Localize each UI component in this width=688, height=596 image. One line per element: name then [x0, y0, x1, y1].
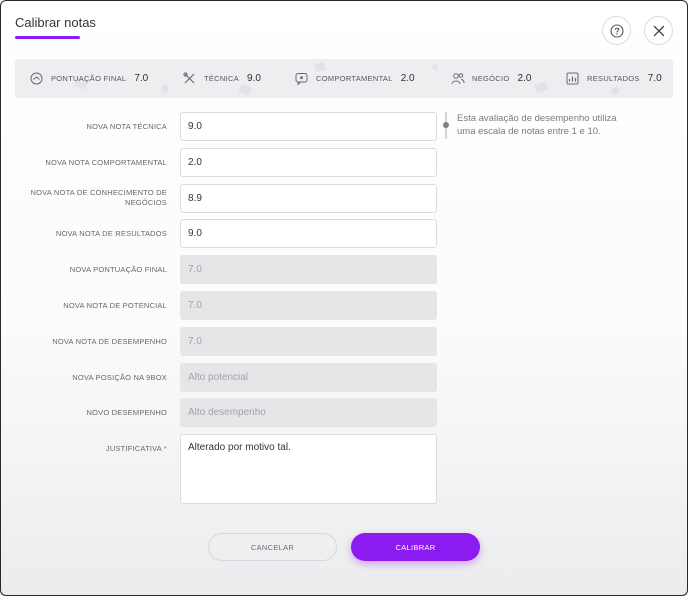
score-label: RESULTADOS — [587, 74, 640, 83]
title-underline — [15, 36, 80, 39]
score-label: TÉCNICA — [204, 74, 240, 83]
behavioral-input[interactable]: 2.0 — [180, 148, 437, 177]
final-score-label: NOVA PONTUAÇÃO FINAL — [69, 265, 167, 274]
behavioral-label: NOVA NOTA COMPORTAMENTAL — [45, 158, 167, 167]
chat-heart-icon — [295, 72, 309, 86]
results-label: NOVA NOTA DE RESULTADOS — [55, 229, 167, 238]
chart-badge-icon — [566, 72, 580, 86]
score-technical: TÉCNICA 9.0 — [183, 59, 261, 98]
justification-label: JUSTIFICATIVA * — [17, 444, 167, 454]
question-circle-icon — [609, 23, 624, 38]
close-button[interactable] — [644, 16, 673, 45]
score-value: 2.0 — [400, 73, 415, 84]
users-icon — [451, 72, 465, 86]
final-score-input: 7.0 — [180, 255, 437, 284]
tools-icon — [183, 72, 197, 86]
hint-dot — [443, 122, 449, 128]
performance-input: 7.0 — [180, 327, 437, 356]
score-value: 9.0 — [247, 73, 261, 84]
required-mark: * — [163, 444, 167, 453]
help-button[interactable] — [602, 16, 631, 45]
close-x-icon — [653, 25, 664, 36]
technical-input[interactable]: 9.0 — [180, 112, 437, 141]
score-value: 2.0 — [517, 73, 532, 84]
score-value: 7.0 — [134, 73, 149, 84]
ninebox-input: Alto potencial — [180, 363, 437, 392]
score-results: RESULTADOS 7.0 — [566, 59, 662, 98]
score-label: COMPORTAMENTAL — [316, 74, 393, 83]
score-label: PONTUAÇÃO FINAL — [51, 74, 127, 83]
score-behavioral: COMPORTAMENTAL 2.0 — [295, 59, 415, 98]
score-label: NEGÓCIO — [472, 74, 510, 83]
current-scores-bar: PONTUAÇÃO FINAL 7.0 TÉCNICA 9.0 COMPORTA… — [15, 59, 673, 98]
ninebox-label: NOVA POSIÇÃO NA 9BOX — [72, 373, 167, 382]
score-final: PONTUAÇÃO FINAL 7.0 — [30, 59, 148, 98]
new-performance-input: Alto desempenho — [180, 398, 437, 427]
cancel-button[interactable]: CANCELAR — [208, 533, 337, 561]
new-performance-label: NOVO DESEMPENHO — [86, 408, 167, 417]
scale-hint: Esta avaliação de desempenho utiliza uma… — [443, 112, 635, 139]
dialog-header: Calibrar notas — [1, 1, 687, 57]
business-label: NOVA NOTA DE CONHECIMENTO DE NEGÓCIOS — [30, 188, 167, 207]
hint-text: Esta avaliação de desempenho utiliza uma… — [457, 113, 617, 137]
technical-label: NOVA NOTA TÉCNICA — [86, 122, 167, 131]
potential-input: 7.0 — [180, 291, 437, 320]
calibrate-button[interactable]: CALIBRAR — [351, 533, 480, 561]
results-input[interactable]: 9.0 — [180, 219, 437, 248]
dialog-title: Calibrar notas — [15, 15, 96, 30]
potential-label: NOVA NOTA DE POTENCIAL — [63, 301, 167, 310]
gauge-icon — [30, 72, 44, 86]
justification-label-text: JUSTIFICATIVA — [105, 444, 162, 453]
performance-label: NOVA NOTA DE DESEMPENHO — [52, 337, 167, 346]
score-business: NEGÓCIO 2.0 — [451, 59, 531, 98]
business-input[interactable]: 8.9 — [180, 184, 437, 213]
justification-textarea[interactable]: Alterado por motivo tal. — [180, 434, 437, 504]
score-value: 7.0 — [647, 73, 662, 84]
